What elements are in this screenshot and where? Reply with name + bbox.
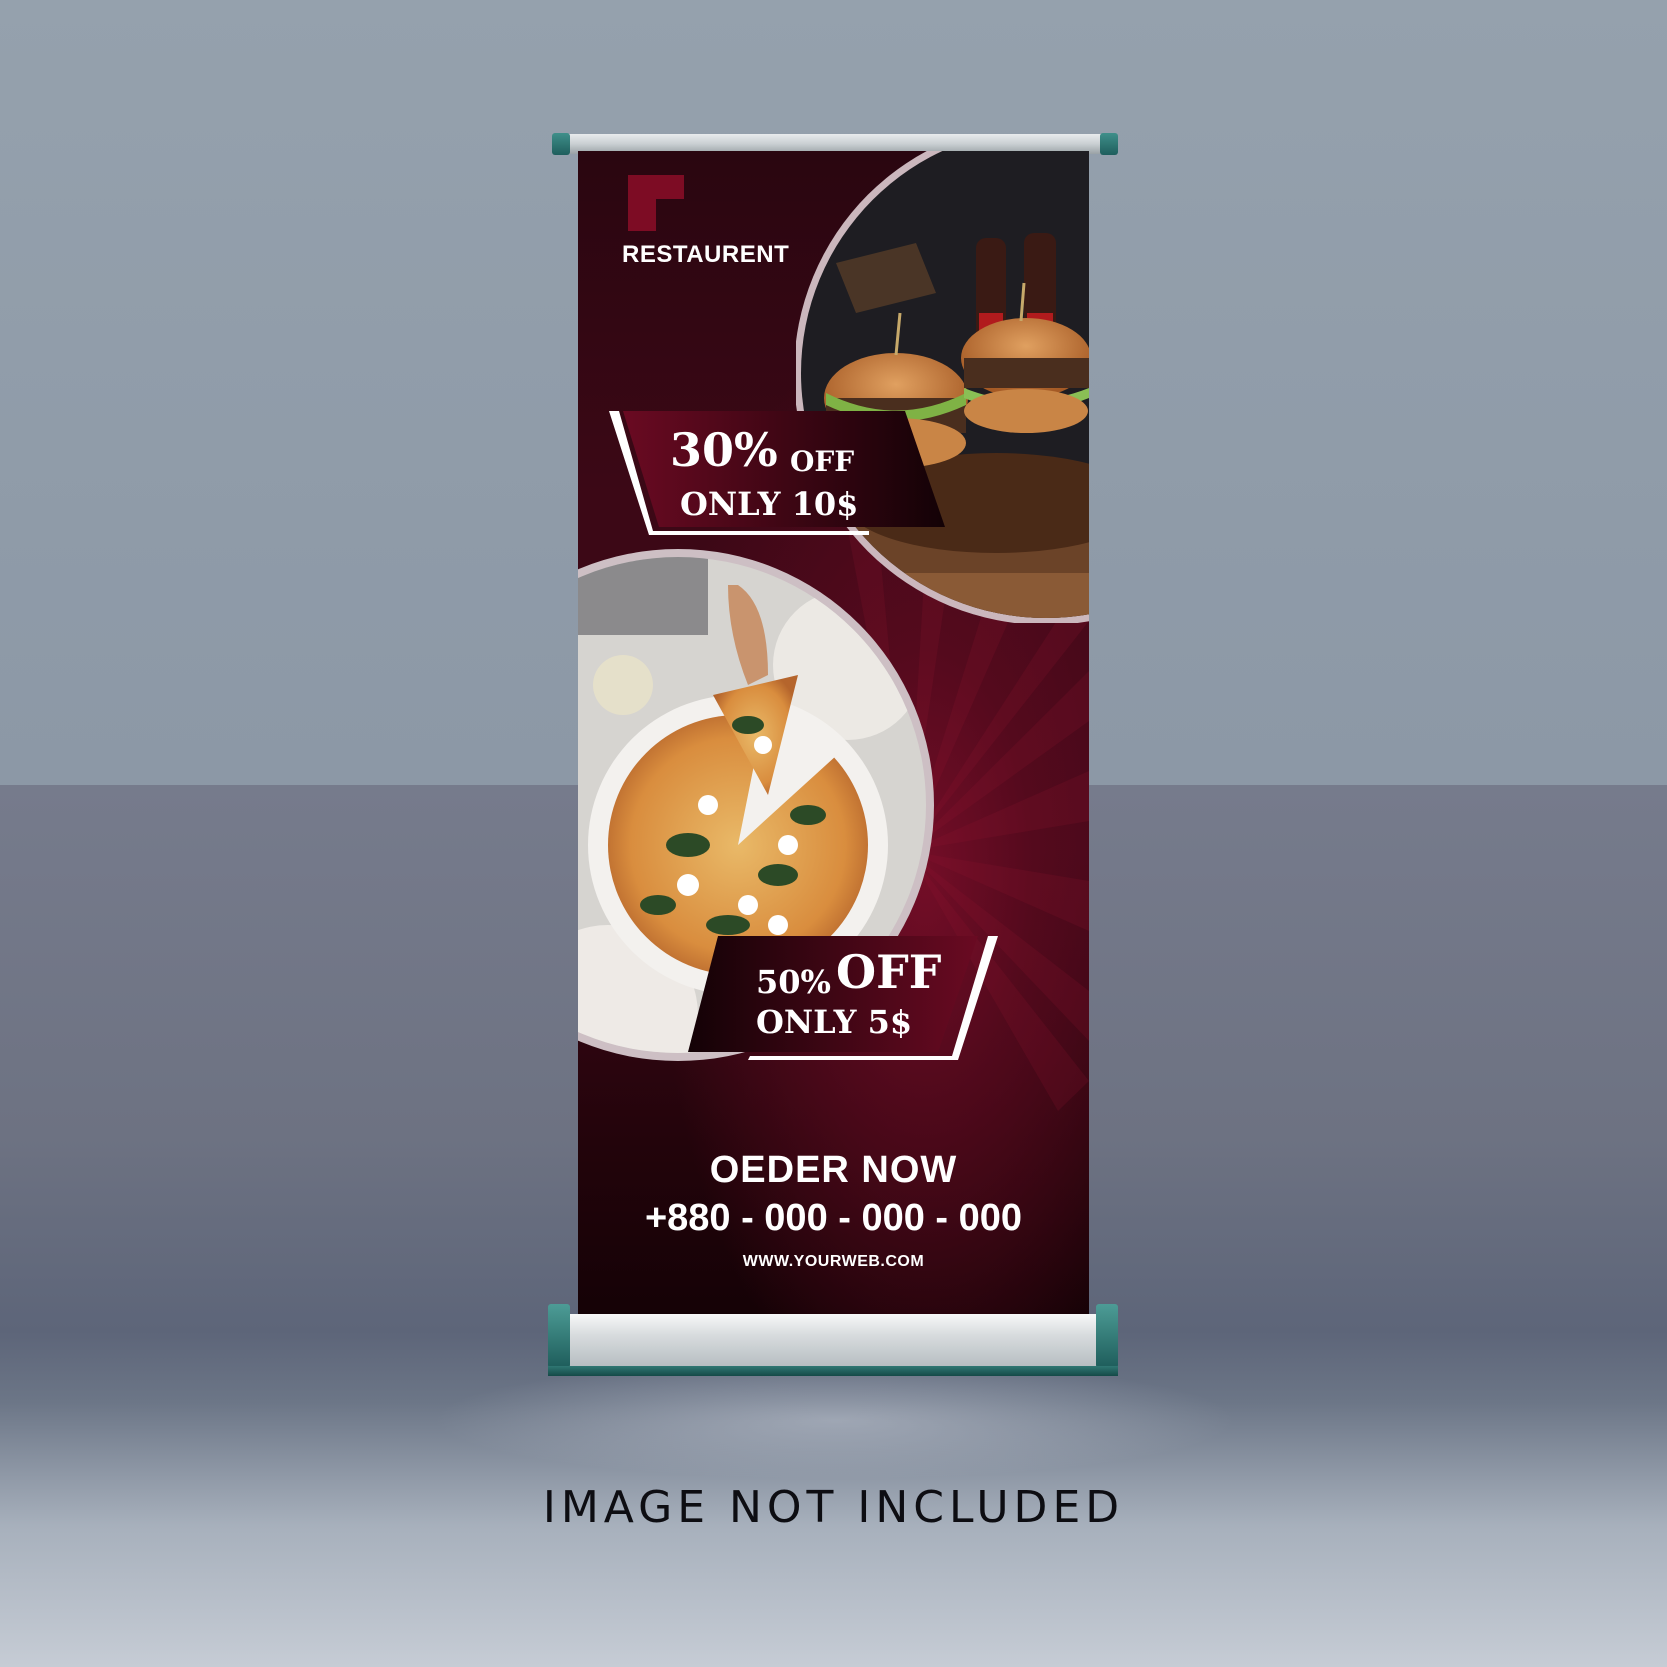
phone-number: +880 - 000 - 000 - 000 [644,1197,1023,1239]
offer-2-percent: 50% [756,963,831,1001]
image-caption: IMAGE NOT INCLUDED [542,1482,1125,1533]
stand-top-cap-left [552,133,570,155]
stand-base-cap-left [548,1304,570,1368]
brand-name: RESTAURENT [622,241,790,268]
stand-top-cap-right [1100,133,1118,155]
stand-base-foot [548,1366,1118,1376]
website-url: WWW.YOURWEB.COM [742,1253,925,1270]
order-now-heading: OEDER NOW [709,1149,958,1191]
offer-1-off: OFF [790,445,855,478]
rollup-banner: RESTAURENT 30% OFF ONLY 10$ 50% OFF ONLY… [578,151,1089,1316]
stand-base-bar [562,1314,1104,1366]
offer-2-off: OFF [836,945,942,999]
logo-mark-icon [628,175,684,231]
stand-base-cap-right [1096,1304,1118,1368]
offer-1-price: ONLY 10$ [680,485,859,523]
offer-1-percent: 30% [670,423,778,477]
stand-base [548,1304,1118,1378]
floor-glow [430,1360,1240,1480]
offer-2-price: ONLY 5$ [756,1003,913,1041]
